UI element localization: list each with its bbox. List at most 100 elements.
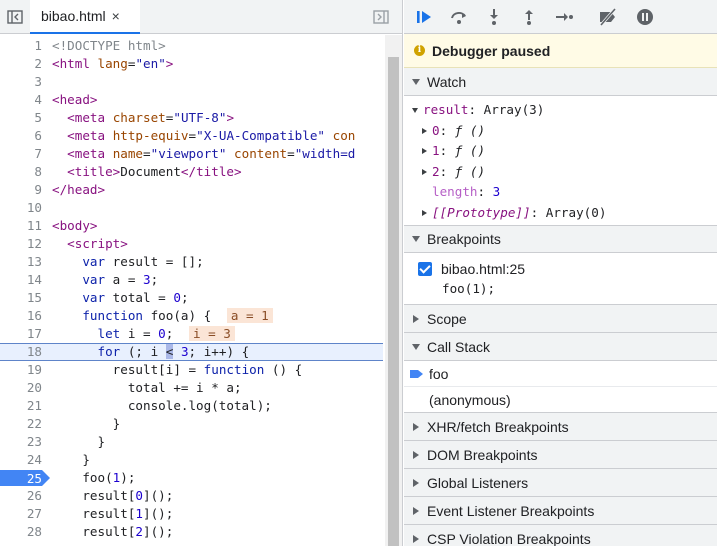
line-number[interactable]: 5 [0,109,42,127]
section-title: CSP Violation Breakpoints [427,530,591,546]
line-number[interactable]: 22 [0,415,42,433]
global-listeners-section-header[interactable]: Global Listeners [404,469,717,497]
line-number[interactable]: 20 [0,379,42,397]
step-into-icon[interactable] [483,6,505,28]
code-text: <!DOCTYPE html> [52,38,166,53]
line-number[interactable]: 1 [0,37,42,55]
watch-item-key: 0 [432,122,440,138]
code-line[interactable]: 7 <meta name="viewport" content="width=d [0,145,383,163]
watch-item-row[interactable]: 1: ƒ () [404,141,717,162]
code-line[interactable]: 13 var result = []; [0,253,383,271]
file-tab[interactable]: bibao.html × [30,0,140,34]
code-line[interactable]: 8 <title>Document</title> [0,163,383,181]
code-line[interactable]: 19 result[i] = function () { [0,361,383,379]
code-line[interactable]: 17 let i = 0; i = 3 [0,325,383,343]
line-number[interactable]: 21 [0,397,42,415]
code-line[interactable]: 14 var a = 3; [0,271,383,289]
code-line[interactable]: 10 [0,199,383,217]
csp-violation-breakpoints-section-header[interactable]: CSP Violation Breakpoints [404,525,717,546]
watch-panel: result: Array(3) 0: ƒ () 1: ƒ () 2: ƒ () l… [404,96,717,225]
code-line[interactable]: 6 <meta http-equiv="X-UA-Compatible" con [0,127,383,145]
code-line[interactable]: 24 } [0,451,383,469]
line-number[interactable]: 28 [0,523,42,541]
line-number[interactable]: 12 [0,235,42,253]
code-line[interactable]: 25 foo(1); [0,469,383,487]
close-icon[interactable]: × [112,9,120,23]
line-number[interactable]: 11 [0,217,42,235]
code-line[interactable]: 20 total += i * a; [0,379,383,397]
step-icon[interactable] [553,6,575,28]
line-number[interactable]: 3 [0,73,42,91]
line-number[interactable]: 6 [0,127,42,145]
watch-section-header[interactable]: Watch [404,68,717,96]
code-line[interactable]: 2 <html lang="en"> [0,55,383,73]
code-line[interactable]: 23 } [0,433,383,451]
xhr-fetch-breakpoints-section-header[interactable]: XHR/fetch Breakpoints [404,413,717,441]
breakpoints-section-header[interactable]: Breakpoints [404,225,717,253]
line-number[interactable]: 4 [0,91,42,109]
code-line[interactable]: 4 <head> [0,91,383,109]
code-line[interactable]: 18 for (; i < 3; i++) { [0,343,383,361]
chevron-down-icon [412,236,420,242]
line-number[interactable]: 14 [0,271,42,289]
pause-on-exceptions-icon[interactable] [634,6,656,28]
line-number[interactable]: 13 [0,253,42,271]
watch-item-row[interactable]: 0: ƒ () [404,121,717,142]
call-stack-frame[interactable]: foo [404,361,717,387]
call-stack-frame[interactable]: (anonymous) [404,387,717,413]
line-number[interactable]: 17 [0,325,42,343]
line-number[interactable]: 7 [0,145,42,163]
line-number[interactable]: 16 [0,307,42,325]
breakpoint-checkbox[interactable] [418,262,432,276]
line-number[interactable]: 25 [0,470,42,486]
code-line[interactable]: 22 } [0,415,383,433]
code-line[interactable]: 9 </head> [0,181,383,199]
breakpoint-marker[interactable]: 25 [0,470,50,486]
code-line[interactable]: 21 console.log(total); [0,397,383,415]
line-number[interactable]: 8 [0,163,42,181]
code-line[interactable]: 16 function foo(a) { a = 1 [0,307,383,325]
watch-item-row[interactable]: 2: ƒ () [404,162,717,183]
step-over-icon[interactable] [448,6,470,28]
code-line[interactable]: 15 var total = 0; [0,289,383,307]
line-number[interactable]: 9 [0,181,42,199]
deactivate-breakpoints-icon[interactable] [597,6,619,28]
code-line[interactable]: 27 result[1](); [0,505,383,523]
code-line[interactable]: 28 result[2](); [0,523,383,541]
event-listener-breakpoints-section-header[interactable]: Event Listener Breakpoints [404,497,717,525]
watch-root-row[interactable]: result: Array(3) [404,100,717,121]
scrollbar-thumb[interactable] [388,57,399,546]
code-line[interactable]: 11 <body> [0,217,383,235]
section-title: Global Listeners [427,474,529,491]
watch-item-key: 2 [432,163,440,179]
code-line[interactable]: 12 <script> [0,235,383,253]
line-number[interactable]: 15 [0,289,42,307]
watch-prototype-row[interactable]: [[Prototype]]: Array(0) [404,203,717,224]
code-line[interactable]: 26 result[0](); [0,487,383,505]
debugger-toggle-icon[interactable] [371,7,391,27]
line-number[interactable]: 2 [0,55,42,73]
scope-section-header[interactable]: Scope [404,305,717,333]
call-stack-section-header[interactable]: Call Stack [404,333,717,361]
resume-icon[interactable] [413,6,435,28]
line-number[interactable]: 10 [0,199,42,217]
watch-prototype-value: Array(0) [545,204,607,220]
line-number[interactable]: 19 [0,361,42,379]
chevron-right-icon [413,478,419,487]
code-line[interactable]: 1 <!DOCTYPE html> [0,37,383,55]
line-number[interactable]: 26 [0,487,42,505]
code-text: result[i] = function () { [52,362,303,377]
vertical-scrollbar[interactable] [385,35,402,546]
navigator-toggle-icon[interactable] [5,7,25,27]
watch-item-value: ƒ () [454,122,486,138]
code-area[interactable]: 1 <!DOCTYPE html> 2 <html lang="en"> 3 4 <head… [0,37,385,546]
breakpoint-item[interactable]: bibao.html:25 [418,259,717,279]
dom-breakpoints-section-header[interactable]: DOM Breakpoints [404,441,717,469]
line-number[interactable]: 27 [0,505,42,523]
step-out-icon[interactable] [518,6,540,28]
line-number[interactable]: 18 [0,344,42,360]
line-number[interactable]: 23 [0,433,42,451]
code-line[interactable]: 3 [0,73,383,91]
line-number[interactable]: 24 [0,451,42,469]
code-line[interactable]: 5 <meta charset="UTF-8"> [0,109,383,127]
